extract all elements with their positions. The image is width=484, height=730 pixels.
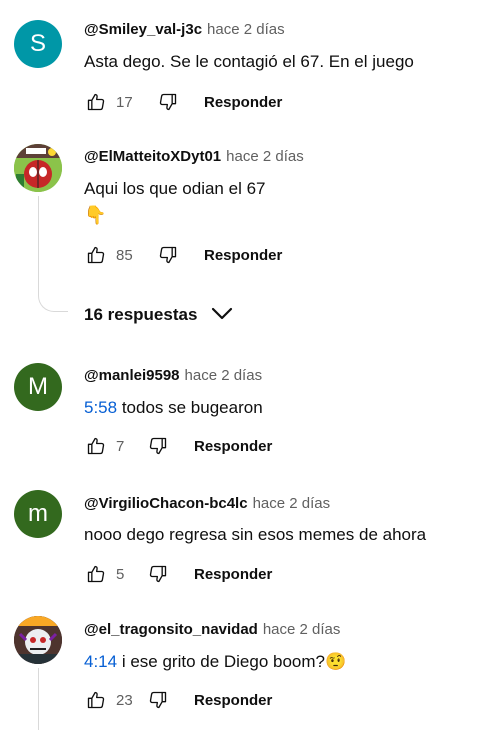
comment-actions: 7 Responder [84, 434, 272, 458]
comment-header: @el_tragonsito_navidad hace 2 días [84, 621, 340, 638]
author-name[interactable]: @VirgilioChacon-bc4lc [84, 495, 248, 512]
comment-body: todos se bugearon [117, 398, 263, 417]
avatar-letter: S [29, 30, 46, 57]
comment-2: @ElMatteitoXDyt01 hace 2 días Aqui los qu… [0, 142, 484, 282]
like-count: 17 [116, 93, 133, 111]
avatar[interactable]: M [14, 363, 62, 411]
replies-toggle[interactable]: 16 respuestas [84, 305, 233, 325]
comment-3: M @manlei9598 hace 2 días 5:58 todos se b… [0, 362, 484, 462]
author-name[interactable]: @Smiley_val-j3c [84, 21, 202, 38]
like-count: 23 [116, 691, 133, 709]
video-timestamp-link[interactable]: 5:58 [84, 398, 117, 417]
comment-text: nooo dego regresa sin esos memes de ahor… [84, 525, 427, 544]
pointing-down-emoji: 👇 [84, 205, 107, 225]
thumbs-up-icon[interactable] [84, 562, 108, 586]
chevron-down-icon [211, 305, 233, 325]
avatar-letter: M [28, 373, 48, 400]
comment-header: @manlei9598 hace 2 días [84, 367, 262, 384]
comment-actions: 85 Responder [84, 243, 282, 267]
thumbs-down-icon[interactable] [146, 562, 170, 586]
avatar[interactable] [14, 144, 62, 192]
thumbs-down-icon[interactable] [146, 434, 170, 458]
video-timestamp-link[interactable]: 4:14 [84, 652, 117, 671]
comment-text: 4:14 i ese grito de Diego boom?🤨 [84, 652, 346, 672]
comment-actions: 5 Responder [84, 562, 272, 586]
thumbs-down-icon[interactable] [146, 688, 170, 712]
comment-4: m @VirgilioChacon-bc4lc hace 2 días nooo … [0, 490, 484, 590]
comment-body: i ese grito de Diego boom? [117, 652, 325, 671]
thread-line [38, 668, 39, 730]
comment-text: Asta dego. Se le contagió el 67. En el j… [84, 52, 414, 71]
replies-count-label: 16 respuestas [84, 305, 198, 324]
author-name[interactable]: @manlei9598 [84, 367, 180, 384]
like-count: 7 [116, 437, 125, 455]
timestamp-label[interactable]: hace 2 días [263, 621, 341, 638]
thumbs-up-icon[interactable] [84, 688, 108, 712]
reply-button[interactable]: Responder [204, 247, 282, 264]
comment-actions: 17 Responder [84, 90, 282, 114]
reply-button[interactable]: Responder [194, 566, 272, 583]
reply-button[interactable]: Responder [204, 94, 282, 111]
avatar[interactable]: S [14, 20, 62, 68]
reply-button[interactable]: Responder [194, 692, 272, 709]
like-count: 5 [116, 565, 125, 583]
reply-button[interactable]: Responder [194, 438, 272, 455]
avatar[interactable] [14, 616, 62, 664]
avatar-image [14, 144, 62, 192]
like-count: 85 [116, 246, 133, 264]
timestamp-label[interactable]: hace 2 días [226, 148, 304, 165]
thread-line [38, 196, 39, 292]
comment-text: Aqui los que odian el 67 [84, 179, 266, 198]
raised-eyebrow-emoji: 🤨 [325, 652, 347, 671]
thumbs-down-icon[interactable] [156, 90, 180, 114]
thumbs-up-icon[interactable] [84, 434, 108, 458]
thumbs-up-icon[interactable] [84, 90, 108, 114]
comment-5: @el_tragonsito_navidad hace 2 días 4:14 i… [0, 616, 484, 730]
author-name[interactable]: @ElMatteitoXDyt01 [84, 148, 221, 165]
comment-header: @ElMatteitoXDyt01 hace 2 días [84, 148, 304, 165]
thread-connector [38, 290, 68, 312]
comment-1: S @Smiley_val-j3c hace 2 días Asta dego. … [0, 18, 484, 118]
thumbs-up-icon[interactable] [84, 243, 108, 267]
comment-actions: 23 Responder [84, 688, 272, 712]
avatar-letter: m [28, 500, 48, 527]
timestamp-label[interactable]: hace 2 días [185, 367, 263, 384]
thumbs-down-icon[interactable] [156, 243, 180, 267]
comment-header: @VirgilioChacon-bc4lc hace 2 días [84, 495, 330, 512]
timestamp-label[interactable]: hace 2 días [253, 495, 331, 512]
author-name[interactable]: @el_tragonsito_navidad [84, 621, 258, 638]
avatar[interactable]: m [14, 490, 62, 538]
comment-header: @Smiley_val-j3c hace 2 días [84, 21, 285, 38]
avatar-image [14, 616, 62, 664]
timestamp-label[interactable]: hace 2 días [207, 21, 285, 38]
comment-text: 5:58 todos se bugearon [84, 398, 263, 418]
